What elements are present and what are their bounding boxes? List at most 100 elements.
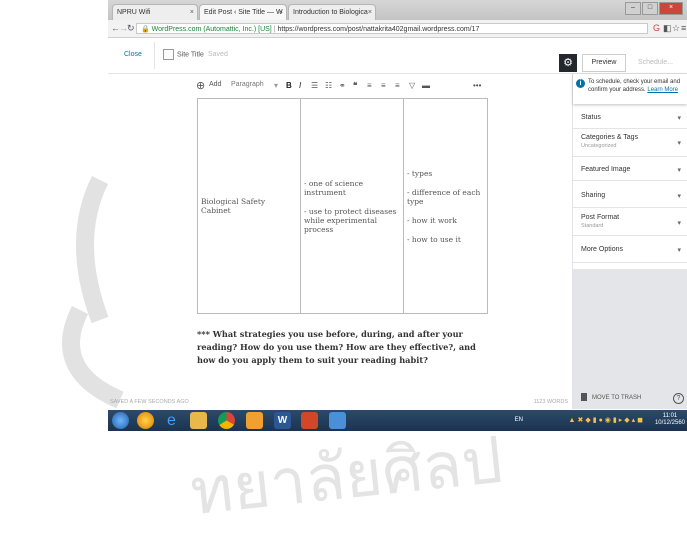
url-input[interactable]: 🔒 WordPress.com (Automattic, Inc.) [US] … [136,23,648,34]
close-tab-icon[interactable]: × [279,5,283,20]
help-icon[interactable]: ? [673,393,684,404]
add-block-icon[interactable]: ⊕ [196,79,205,92]
media-player-icon[interactable] [301,412,318,429]
panel-post-format[interactable]: Post Format Standard ▾ [573,208,687,236]
site-icon [163,49,174,60]
table-cell[interactable]: - one of science instrument - use to pro… [300,98,404,314]
paragraph-block[interactable]: *** What strategies you use before, duri… [197,328,497,367]
content-table[interactable]: Biological Safety Cabinet - one of scien… [197,98,488,314]
minimize-icon[interactable]: – [625,2,641,15]
close-window-icon[interactable]: × [659,2,683,15]
clock[interactable]: 11:01 10/12/2560 [655,413,685,427]
panel-status[interactable]: Status ▾ [573,106,687,129]
panel-title: Post Format [581,214,620,221]
tab-label: Edit Post ‹ Site Title — W [204,9,283,16]
close-button[interactable]: Close [124,51,142,58]
bold-icon[interactable]: B [286,81,292,90]
chevron-down-icon: ▾ [677,115,681,122]
chevron-down-icon: ▾ [677,140,681,147]
divider [154,42,155,69]
cell-text: - use to protect diseases while experime… [304,206,397,234]
media-center-icon[interactable] [137,412,154,429]
file-explorer-icon[interactable] [190,412,207,429]
schedule-button[interactable]: Schedule... [632,54,687,72]
site-title-link[interactable]: Site Title [163,49,204,60]
internet-explorer-icon[interactable]: e [163,412,180,429]
block-toolbar: ⊕ Add Paragraph ▾ B I ☰ ☷ ⚭ ❝ ≡ ≡ ≡ ▽ ▬ … [196,78,494,96]
panel-subtitle: Standard [581,223,604,229]
panel-title: Categories & Tags [581,134,639,141]
numbered-list-icon[interactable]: ☷ [325,81,332,90]
language-indicator[interactable]: EN [515,417,523,423]
panel-featured-image[interactable]: Featured Image ▾ [573,157,687,181]
preview-button[interactable]: Preview [582,54,626,72]
chevron-down-icon: ▾ [677,193,681,200]
address-bar: ← → ↻ 🔒 WordPress.com (Automattic, Inc.)… [108,20,687,38]
more-rich-text-icon[interactable]: ▽ [409,81,415,90]
more-options-icon[interactable]: ••• [473,81,481,90]
settings-gear-button[interactable]: ⚙ [559,54,577,72]
start-button-icon[interactable] [112,412,129,429]
learn-more-link[interactable]: Learn More [647,87,678,93]
clock-date: 10/12/2560 [654,420,685,426]
block-type-select[interactable]: Paragraph [231,81,264,88]
clock-time: 11:01 [662,413,678,419]
chevron-down-icon: ▾ [677,220,681,227]
align-right-icon[interactable]: ≡ [395,81,400,90]
add-block-label[interactable]: Add [209,81,221,88]
trash-label: MOVE TO TRASH [592,395,642,401]
extension-icon[interactable]: ◧ [663,23,672,34]
align-center-icon[interactable]: ≡ [381,81,386,90]
panel-categories-tags[interactable]: Categories & Tags Uncategorized ▾ [573,129,687,157]
paragraph-text: *** What strategies you use before, duri… [197,329,476,365]
browser-tab-bar: NPRU Wifi × Edit Post ‹ Site Title — W × I… [108,0,687,20]
app-icon[interactable] [246,412,263,429]
italic-icon[interactable]: I [299,81,301,90]
os-taskbar: e W EN ▲✖◆▮●◉▮▸◆▴◼ 11:01 10/12/2560 [108,410,687,431]
secure-origin-label: WordPress.com (Automattic, Inc.) [US] [151,26,272,33]
url-text: https://wordpress.com/post/nattakrita402… [277,26,480,33]
close-tab-icon[interactable]: × [368,5,372,20]
align-left-icon[interactable]: ≡ [367,81,372,90]
cell-text: Biological Safety Cabinet [201,197,266,215]
extension-icon[interactable]: G [653,23,660,33]
word-icon[interactable]: W [274,412,291,429]
save-status: Saved [208,51,228,58]
cell-text: - how it work [407,215,457,225]
move-to-trash-button[interactable]: MOVE TO TRASH ? [573,388,687,409]
tab-npru-wifi[interactable]: NPRU Wifi × [112,4,198,20]
quote-icon[interactable]: ❝ [353,81,357,90]
wp-editor-header: Close Site Title Saved ⚙ Preview Schedul… [108,38,687,74]
panel-subtitle: Uncategorized [581,143,617,149]
maximize-icon[interactable]: □ [642,2,658,15]
table-cell[interactable]: - types - difference of each type - how … [403,98,488,314]
tab-introduction-biology[interactable]: Introduction to Biologica × [288,4,376,20]
table-row: Biological Safety Cabinet - one of scien… [197,98,488,314]
read-more-icon[interactable]: ▬ [422,81,430,90]
window-app-icon[interactable] [329,412,346,429]
reload-icon[interactable]: ↻ [127,23,135,34]
cell-text: - one of science instrument [304,178,364,197]
panel-title: Featured Image [581,166,631,173]
panel-title: Status [581,114,601,121]
panel-more-options[interactable]: More Options ▾ [573,236,687,263]
trash-icon [581,393,587,401]
menu-icon[interactable]: ≡ [681,23,686,33]
bullet-list-icon[interactable]: ☰ [311,81,318,90]
tab-label: Introduction to Biologica [293,9,368,16]
settings-sidebar: i To schedule, check your email and conf… [572,74,687,409]
tab-edit-post[interactable]: Edit Post ‹ Site Title — W × [199,4,287,20]
table-cell[interactable]: Biological Safety Cabinet [197,98,301,314]
panel-sharing[interactable]: Sharing ▾ [573,181,687,208]
close-tab-icon[interactable]: × [190,5,194,20]
chevron-down-icon[interactable]: ▾ [274,81,278,90]
bookmark-star-icon[interactable]: ☆ [672,23,680,34]
gear-icon: ⚙ [563,57,573,69]
editor-footer: SAVED A FEW SECONDS AGO 1123 WORDS [108,395,572,409]
link-icon[interactable]: ⚭ [339,81,346,90]
schedule-notice: i To schedule, check your email and conf… [573,74,687,104]
panel-title: Sharing [581,192,606,199]
chrome-icon[interactable] [218,412,235,429]
info-icon: i [576,79,585,88]
tray-icons[interactable]: ▲✖◆▮●◉▮▸◆▴◼ [569,416,645,424]
